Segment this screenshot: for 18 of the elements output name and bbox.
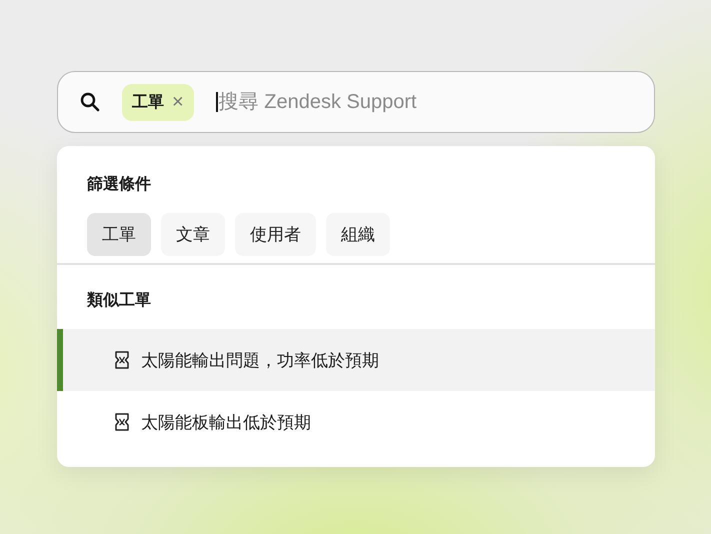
filter-chip[interactable]: 文章 — [161, 213, 225, 256]
search-field[interactable]: 工單 × 搜尋 Zendesk Support — [57, 71, 655, 133]
search-icon — [80, 92, 100, 112]
ticket-title: 太陽能板輸出低於預期 — [141, 412, 311, 434]
search-input[interactable]: 搜尋 Zendesk Support — [218, 90, 634, 114]
ticket-result[interactable]: 太陽能板輸出低於預期 — [57, 391, 655, 453]
ticket-icon — [115, 351, 129, 369]
text-cursor — [216, 92, 218, 112]
filter-chip[interactable]: 使用者 — [235, 213, 316, 256]
ticket-icon — [115, 413, 129, 431]
filter-chip[interactable]: 組織 — [326, 213, 390, 256]
section-title: 篩選條件 — [87, 174, 152, 195]
ticket-title: 太陽能輸出問題，功率低於預期 — [141, 350, 379, 372]
filter-chip[interactable]: 工單 — [87, 213, 151, 256]
section-title: 類似工單 — [87, 290, 152, 311]
ticket-result[interactable]: 太陽能輸出問題，功率低於預期 — [57, 329, 655, 391]
token-label: 工單 — [132, 92, 164, 112]
remove-token-button[interactable]: × — [172, 92, 184, 112]
